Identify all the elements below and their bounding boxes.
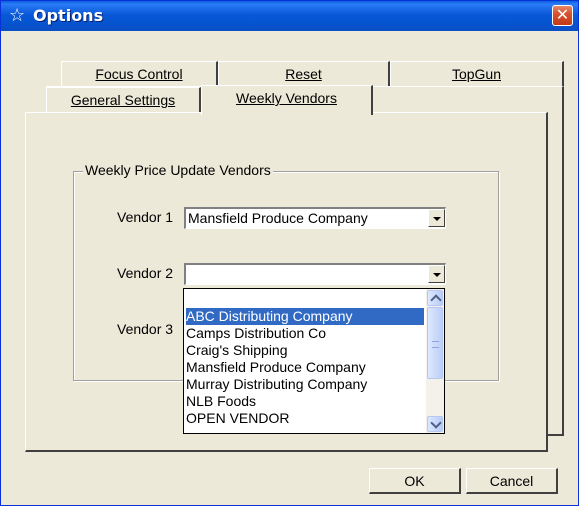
vendor2-combo[interactable] — [184, 263, 446, 285]
tab-weekly-vendors[interactable]: Weekly Vendors — [201, 85, 373, 115]
star-outline-icon: ☆ — [9, 5, 26, 26]
tab-label-topgun: TopGun — [451, 66, 502, 82]
title-bar[interactable]: ☆ Options ✕ — [1, 1, 578, 31]
tab-label-focus-control: Focus Control — [95, 66, 183, 82]
close-button[interactable]: ✕ — [552, 5, 573, 26]
vendor1-label: Vendor 1 — [117, 209, 174, 225]
vendor3-label: Vendor 3 — [117, 321, 174, 337]
options-dialog: ☆ Options ✕ Focus Control Reset TopGun G… — [0, 0, 579, 506]
scroll-down-icon[interactable] — [427, 416, 443, 432]
dropdown-items: ABC Distributing Company Camps Distribut… — [184, 289, 426, 433]
list-item[interactable]: Murray Distributing Company — [186, 376, 424, 393]
list-item[interactable]: OPEN VENDOR — [186, 410, 424, 427]
chevron-down-icon[interactable] — [428, 265, 445, 283]
tab-label-weekly-vendors: Weekly Vendors — [236, 90, 337, 106]
tab-label-general-settings: General Settings — [70, 92, 176, 108]
tab-general-settings[interactable]: General Settings — [46, 87, 201, 113]
vendor1-value: Mansfield Produce Company — [188, 210, 368, 226]
tab-topgun[interactable]: TopGun — [390, 61, 564, 87]
chevron-down-icon[interactable] — [428, 209, 445, 227]
scroll-thumb[interactable] — [427, 307, 443, 379]
ok-button[interactable]: OK — [369, 468, 461, 494]
list-item[interactable]: Camps Distribution Co — [186, 325, 424, 342]
vendor2-label: Vendor 2 — [117, 265, 174, 281]
list-item[interactable]: ABC Distributing Company — [186, 308, 424, 325]
dropdown-scrollbar[interactable] — [426, 289, 444, 433]
group-title: Weekly Price Update Vendors — [83, 162, 273, 178]
list-item[interactable]: NLB Foods — [186, 393, 424, 410]
cancel-button[interactable]: Cancel — [466, 468, 558, 494]
vendor2-dropdown-list[interactable]: ABC Distributing Company Camps Distribut… — [183, 288, 445, 434]
tab-reset[interactable]: Reset — [218, 61, 390, 87]
tab-focus-control[interactable]: Focus Control — [61, 61, 218, 87]
list-item[interactable]: Mansfield Produce Company — [186, 359, 424, 376]
list-item[interactable] — [186, 290, 424, 307]
scroll-up-icon[interactable] — [427, 290, 443, 306]
window-title: Options — [33, 6, 104, 25]
close-icon: ✕ — [555, 5, 570, 24]
vendor1-combo[interactable]: Mansfield Produce Company — [184, 207, 446, 229]
tab-label-reset: Reset — [285, 66, 322, 82]
list-item[interactable]: Craig's Shipping — [186, 342, 424, 359]
